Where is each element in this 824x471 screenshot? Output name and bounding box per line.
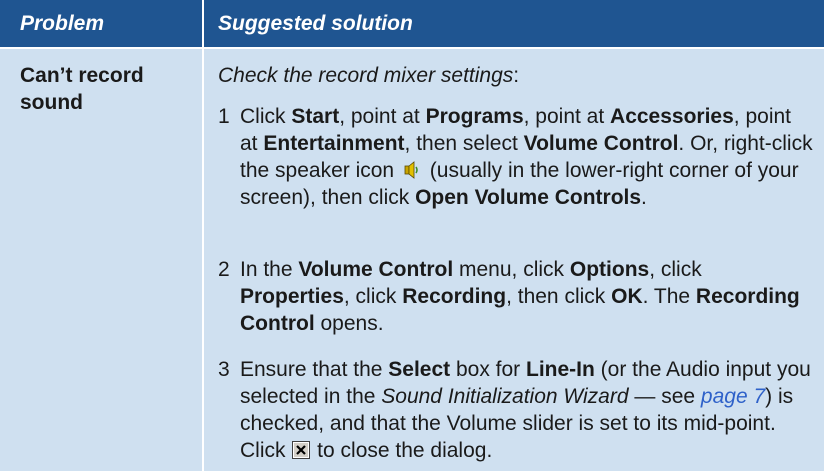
italic-wizard-name: Sound Initialization Wizard <box>381 385 629 408</box>
text: to close the dialog. <box>311 439 493 462</box>
text: , click <box>343 285 403 308</box>
text: opens. <box>314 312 384 335</box>
problem-text: Can’t record sound <box>20 64 144 114</box>
bold-programs: Programs <box>425 105 524 128</box>
header-solution: Suggested solution <box>204 0 824 47</box>
text: , click <box>649 258 702 281</box>
table-header: Problem Suggested solution <box>0 0 824 47</box>
step-2: 2 In the Volume Control menu, click Opti… <box>218 256 813 337</box>
text: . The <box>642 285 696 308</box>
bold-volume-control: Volume Control <box>298 258 454 281</box>
bold-select: Select <box>388 358 451 381</box>
text: Ensure that the <box>240 358 389 381</box>
text: . <box>641 186 647 209</box>
text: menu, click <box>453 258 570 281</box>
intro-text: Check the record mixer settings <box>218 64 514 87</box>
bold-accessories: Accessories <box>610 105 734 128</box>
text: , then select <box>404 132 524 155</box>
speaker-icon <box>402 160 422 180</box>
bold-open-volume-controls: Open Volume Controls <box>415 186 642 209</box>
step-1: 1 Click Start, point at Programs, point … <box>218 103 813 211</box>
troubleshooting-table: Problem Suggested solution Can’t record … <box>0 0 824 471</box>
bold-line-in: Line-In <box>526 358 595 381</box>
step-number: 3 <box>218 358 230 381</box>
step-number: 2 <box>218 258 230 281</box>
intro-colon: : <box>513 64 520 87</box>
text: In the <box>240 258 299 281</box>
step-text: Ensure that the Select box for Line-In (… <box>240 356 813 464</box>
text: Click <box>240 105 292 128</box>
bold-recording: Recording <box>402 285 507 308</box>
close-box-icon <box>292 439 311 459</box>
bold-properties: Properties <box>240 285 344 308</box>
header-problem: Problem <box>0 0 202 47</box>
page-7-link[interactable]: page 7 <box>701 385 765 408</box>
bold-volume-control: Volume Control <box>523 132 679 155</box>
text: — see <box>628 385 701 408</box>
bold-start: Start <box>291 105 340 128</box>
text: , point at <box>339 105 426 128</box>
bold-entertainment: Entertainment <box>263 132 405 155</box>
text: , point at <box>523 105 611 128</box>
solution-intro: Check the record mixer settings: <box>218 64 519 88</box>
bold-options: Options <box>569 258 650 281</box>
step-text: In the Volume Control menu, click Option… <box>240 256 813 337</box>
text: box for <box>450 358 527 381</box>
text: , then click <box>506 285 612 308</box>
step-number: 1 <box>218 105 230 128</box>
step-text: Click Start, point at Programs, point at… <box>240 103 813 211</box>
bold-ok: OK <box>611 285 643 308</box>
step-3: 3 Ensure that the Select box for Line-In… <box>218 356 813 464</box>
